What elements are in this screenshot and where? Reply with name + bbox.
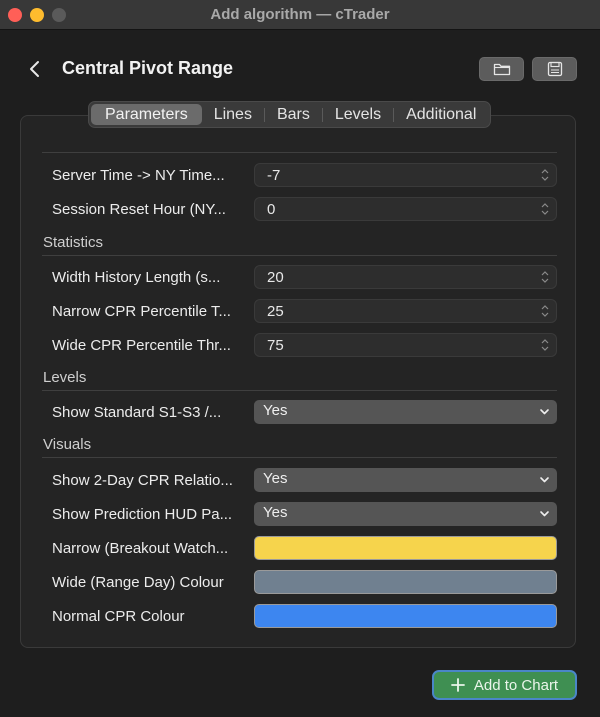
back-button[interactable] xyxy=(22,56,48,82)
session-reset-input[interactable]: 0 xyxy=(254,197,557,221)
show-standard-select[interactable]: Yes xyxy=(254,400,557,424)
show-hud-select[interactable]: Yes xyxy=(254,502,557,526)
divider xyxy=(42,457,557,458)
show-2day-select[interactable]: Yes xyxy=(254,468,557,492)
narrow-percentile-input[interactable]: 25 xyxy=(254,299,557,323)
narrow-percentile-label: Narrow CPR Percentile T... xyxy=(52,303,231,320)
window-title: Add algorithm — cTrader xyxy=(210,6,390,23)
add-to-chart-label: Add to Chart xyxy=(473,676,559,694)
stepper-icon[interactable] xyxy=(541,338,549,352)
server-time-input[interactable]: -7 xyxy=(254,163,557,187)
session-reset-label: Session Reset Hour (NY... xyxy=(52,201,226,218)
wide-percentile-input[interactable]: 75 xyxy=(254,333,557,357)
normal-colour-swatch[interactable] xyxy=(254,604,557,628)
tab-parameters[interactable]: Parameters xyxy=(91,104,202,125)
wide-percentile-label: Wide CPR Percentile Thr... xyxy=(52,337,231,354)
server-time-label: Server Time -> NY Time... xyxy=(52,167,225,184)
narrow-percentile-value: 25 xyxy=(267,303,284,320)
narrow-colour-label: Narrow (Breakout Watch... xyxy=(52,540,229,557)
divider xyxy=(42,255,557,256)
narrow-colour-swatch[interactable] xyxy=(254,536,557,560)
width-history-input[interactable]: 20 xyxy=(254,265,557,289)
server-time-value: -7 xyxy=(267,167,281,184)
normal-colour-label: Normal CPR Colour xyxy=(52,608,185,625)
width-history-value: 20 xyxy=(267,269,284,286)
show-hud-label: Show Prediction HUD Pa... xyxy=(52,506,233,523)
chevron-down-icon xyxy=(540,477,549,483)
width-history-label: Width History Length (s... xyxy=(52,269,221,286)
stepper-icon[interactable] xyxy=(541,168,549,182)
save-button[interactable] xyxy=(532,57,577,81)
tab-levels[interactable]: Levels xyxy=(323,104,393,125)
show-standard-value: Yes xyxy=(263,402,288,419)
wide-percentile-value: 75 xyxy=(267,337,284,354)
levels-section-title: Levels xyxy=(43,369,87,386)
tab-additional[interactable]: Additional xyxy=(394,104,488,125)
save-icon xyxy=(547,61,562,77)
plus-icon xyxy=(450,678,465,692)
tab-bars[interactable]: Bars xyxy=(265,104,322,125)
tab-bar: Parameters Lines Bars Levels Additional xyxy=(88,101,492,128)
tab-lines[interactable]: Lines xyxy=(202,104,264,125)
stepper-icon[interactable] xyxy=(541,202,549,216)
visuals-section-title: Visuals xyxy=(43,436,92,453)
stepper-icon[interactable] xyxy=(541,270,549,284)
show-hud-value: Yes xyxy=(263,504,288,521)
open-folder-button[interactable] xyxy=(479,57,524,81)
show-standard-label: Show Standard S1-S3 /... xyxy=(52,404,222,421)
chevron-down-icon xyxy=(540,511,549,517)
add-to-chart-button[interactable]: Add to Chart xyxy=(432,670,577,700)
session-reset-value: 0 xyxy=(267,201,276,218)
chevron-down-icon xyxy=(540,409,549,415)
wide-colour-label: Wide (Range Day) Colour xyxy=(52,574,224,591)
page-title: Central Pivot Range xyxy=(62,58,234,78)
folder-icon xyxy=(493,63,510,76)
show-2day-value: Yes xyxy=(263,470,288,487)
divider xyxy=(42,390,557,391)
show-2day-label: Show 2-Day CPR Relatio... xyxy=(52,472,233,489)
statistics-section-title: Statistics xyxy=(43,234,104,251)
stepper-icon[interactable] xyxy=(541,304,549,318)
settings-panel xyxy=(20,115,576,648)
chevron-left-icon xyxy=(30,61,39,77)
wide-colour-swatch[interactable] xyxy=(254,570,557,594)
title-bar: Add algorithm — cTrader xyxy=(0,0,600,30)
divider xyxy=(42,152,557,153)
